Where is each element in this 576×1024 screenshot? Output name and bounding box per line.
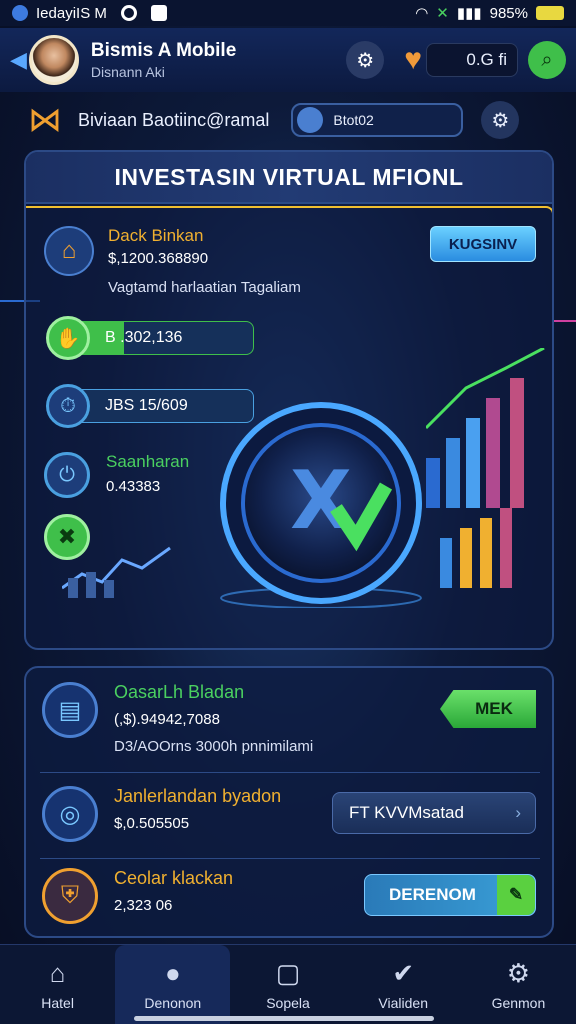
- stat-3-value: 0.43383: [106, 478, 161, 495]
- back-arrow-icon[interactable]: ◀: [10, 47, 27, 73]
- item2-action-label: FT KVVMsatad: [349, 803, 464, 822]
- profile-settings-button[interactable]: ⚙: [481, 101, 520, 139]
- handshake-icon: ✋: [46, 316, 90, 360]
- item2-action-button[interactable]: FT KVVMsatad ›: [332, 792, 536, 834]
- balance-value: 0.G fi: [466, 50, 507, 69]
- user-name: Bismis A Mobile: [90, 40, 237, 61]
- chat-bubble-icon: ●: [164, 958, 181, 988]
- settings-icon: ⚙: [506, 958, 531, 988]
- user-subtitle: Disnann Aki: [90, 64, 165, 80]
- list-item-value: (,$).94942,7088: [114, 711, 220, 728]
- stat-3-title: Saanharan: [106, 452, 190, 471]
- card-title: INVESTASIN VIRTUAL MFIONL: [26, 152, 552, 204]
- crypto-coin-graphic: X: [220, 402, 422, 608]
- timer-icon: ⏱: [46, 384, 90, 428]
- cellular-icon: ▮▮▮: [456, 5, 482, 22]
- list-item-value: $,0.505505: [114, 815, 190, 832]
- tab-label: Vialiden: [378, 995, 428, 1011]
- signal-icon: ✕: [436, 5, 449, 22]
- tab-settings[interactable]: ⚙ Genmon: [461, 945, 576, 1024]
- tab-home[interactable]: ⌂ Hatel: [0, 945, 115, 1024]
- shield-icon: ⛨: [42, 868, 98, 924]
- status-bar: IedayiIS M ◠ ✕ ▮▮▮ 985%: [0, 0, 576, 26]
- item-desc: Vagtamd harlaatian Tagaliam: [108, 279, 301, 296]
- list-item-title: Ceolar klackan: [114, 868, 234, 888]
- investment-card: INVESTASIN VIRTUAL MFIONL ⌂ Dack Binkan …: [24, 150, 554, 650]
- investment-item: ⌂ Dack Binkan $,1200.368890 Vagtamd harl…: [44, 226, 301, 296]
- app-header: ◀ Bismis A Mobile Disnann Aki ⚙ ♥ 0.G fi…: [0, 28, 576, 92]
- pencil-icon: ✎: [497, 875, 535, 915]
- chevron-right-icon: ›: [515, 803, 521, 822]
- pill-text: Btot02: [333, 112, 374, 128]
- avatar[interactable]: [28, 35, 79, 85]
- search-icon: ⌕: [541, 48, 553, 71]
- item-title: Dack Binkan: [108, 226, 204, 245]
- power-icon: ⏻: [44, 452, 90, 498]
- home-icon: ⌂: [49, 958, 66, 988]
- tab-notes[interactable]: ▢ Sopela: [230, 945, 345, 1024]
- stat-3: ⏻ Saanharan 0.43383: [44, 452, 189, 498]
- list-item-value: 2,323 06: [114, 897, 173, 914]
- mek-button[interactable]: MEK: [440, 690, 536, 728]
- app-notification-icon: [12, 5, 28, 21]
- invest-button[interactable]: KUGSINV: [430, 226, 536, 262]
- bow-icon: ⋈: [28, 101, 62, 139]
- bottom-nav: ⌂ Hatel ● Denonon ▢ Sopela ✔ Vialiden ⚙ …: [0, 944, 576, 1024]
- tab-chat[interactable]: ● Denonon: [115, 945, 231, 1024]
- coin-letter: X: [290, 454, 352, 547]
- tab-validate[interactable]: ✔ Vialiden: [346, 945, 461, 1024]
- home-indicator: [134, 1016, 434, 1021]
- notes-icon: ▢: [275, 958, 301, 988]
- stat-2-value: JBS 15/609: [105, 397, 188, 414]
- profile-email: Biviaan Baotiinc@ramal: [78, 109, 270, 130]
- status-carrier: IedayiIS M: [36, 4, 107, 22]
- bank-icon: ⌂: [44, 226, 94, 276]
- message-icon: [150, 5, 167, 21]
- document-icon: ▤: [42, 682, 98, 738]
- profile-row: ⋈ Biviaan Baotiinc@ramal Btot02 ⚙: [0, 96, 576, 144]
- gear-icon: ⚙: [356, 49, 375, 72]
- user-icon: [297, 107, 324, 133]
- list-item-title: OasarLh Bladan: [114, 682, 245, 702]
- stat-bar-1: ✋ B .302,136: [46, 316, 254, 360]
- tab-label: Denonon: [144, 995, 202, 1011]
- bar-chart-graphic: [426, 348, 545, 588]
- profile-pill[interactable]: Btot02: [291, 103, 464, 137]
- tab-label: Sopela: [266, 995, 310, 1011]
- activity-list: ▤ OasarLh Bladan (,$).94942,7088 D3/AOOr…: [24, 666, 554, 938]
- card-body: ⌂ Dack Binkan $,1200.368890 Vagtamd harl…: [26, 206, 552, 648]
- battery-icon: [536, 6, 564, 20]
- list-item-desc: D3/AOOrns 3000h pnnimilami: [114, 738, 314, 755]
- tab-label: Genmon: [491, 995, 546, 1011]
- divider: [40, 858, 540, 859]
- gear-icon: ⚙: [491, 109, 510, 132]
- wifi-icon: ◠: [415, 5, 429, 22]
- stat-1-value: B .302,136: [105, 329, 183, 346]
- balance-display: 0.G fi: [426, 43, 518, 77]
- divider: [40, 772, 540, 773]
- tab-label: Hatel: [41, 995, 74, 1011]
- bg-line: [554, 320, 576, 322]
- item3-action-button[interactable]: DERENOM ✎: [364, 874, 536, 916]
- check-doc-icon: ✔: [392, 958, 415, 988]
- battery-percent: 985%: [489, 4, 528, 22]
- globe-icon: ◎: [42, 786, 98, 842]
- heart-icon[interactable]: ♥: [404, 43, 422, 77]
- sync-icon: [120, 5, 137, 21]
- list-item-title: Janlerlandan byadon: [114, 786, 282, 806]
- mini-chart-left: [62, 546, 171, 598]
- item-value: $,1200.368890: [108, 250, 209, 267]
- user-info: Bismis A Mobile Disnann Aki: [91, 40, 236, 80]
- item3-action-label: DERENOM: [389, 885, 476, 904]
- search-button[interactable]: ⌕: [528, 41, 566, 79]
- settings-button[interactable]: ⚙: [346, 41, 385, 79]
